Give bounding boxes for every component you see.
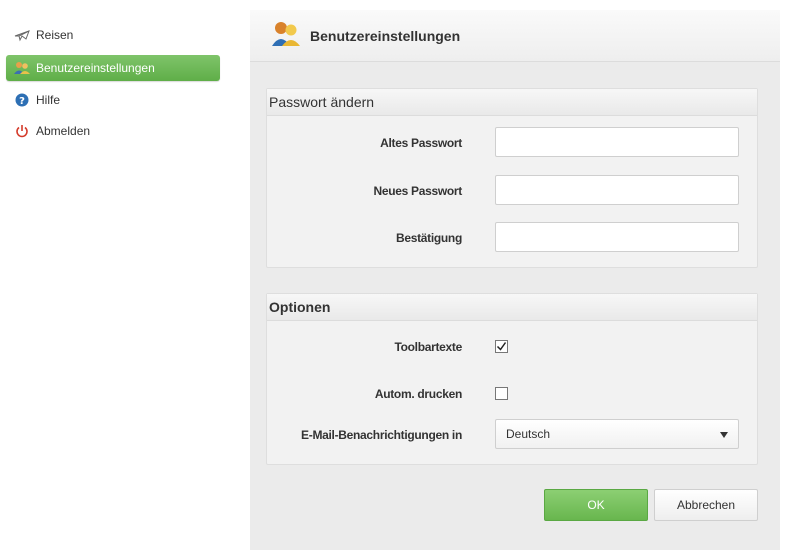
confirm-password-row: Bestätigung	[267, 222, 757, 254]
old-password-row: Altes Passwort	[267, 127, 757, 159]
sidebar-item-abmelden[interactable]: Abmelden	[6, 118, 220, 144]
toolbar-texts-checkbox[interactable]	[495, 340, 508, 353]
options-group-title: Optionen	[267, 294, 757, 321]
email-language-value: Deutsch	[506, 427, 551, 441]
email-language-label: E-Mail-Benachrichtigungen in	[301, 428, 462, 442]
email-language-row: E-Mail-Benachrichtigungen in Deutsch	[267, 419, 757, 451]
cancel-button[interactable]: Abbrechen	[654, 489, 758, 521]
panel-header: Benutzereinstellungen	[250, 10, 780, 62]
confirm-password-label: Bestätigung	[395, 231, 462, 245]
new-password-row: Neues Passwort	[267, 175, 757, 207]
toolbar-texts-row: Toolbartexte	[267, 331, 757, 363]
old-password-input[interactable]	[495, 127, 739, 157]
ok-button[interactable]: OK	[544, 489, 648, 521]
auto-print-row: Autom. drucken	[267, 378, 757, 410]
sidebar-item-label: Abmelden	[36, 124, 91, 138]
sidebar-item-reisen[interactable]: Reisen	[6, 22, 220, 48]
checkmark-icon	[496, 342, 507, 351]
auto-print-checkbox[interactable]	[495, 387, 508, 400]
svg-text:?: ?	[19, 96, 25, 107]
new-password-label: Neues Passwort	[373, 184, 462, 198]
users-icon	[14, 60, 30, 76]
plane-icon	[14, 27, 30, 43]
options-group: Optionen Toolbartexte Autom. drucken E-M…	[266, 293, 758, 465]
old-password-label: Altes Passwort	[380, 136, 462, 150]
new-password-input[interactable]	[495, 175, 739, 205]
sidebar: Reisen Benutzereinstellungen ? Hilfe Abm…	[0, 0, 230, 558]
sidebar-item-benutzereinstellungen[interactable]: Benutzereinstellungen	[6, 55, 220, 81]
email-language-select[interactable]: Deutsch	[495, 419, 739, 449]
password-group-title: Passwort ändern	[267, 89, 757, 116]
settings-panel: Benutzereinstellungen Passwort ändern Al…	[250, 10, 780, 550]
power-icon	[14, 123, 30, 139]
sidebar-item-hilfe[interactable]: ? Hilfe	[6, 87, 220, 113]
auto-print-label: Autom. drucken	[374, 387, 462, 401]
sidebar-item-label: Hilfe	[36, 93, 61, 107]
help-icon: ?	[14, 92, 30, 108]
users-icon	[272, 21, 300, 50]
confirm-password-input[interactable]	[495, 222, 739, 252]
toolbar-texts-label: Toolbartexte	[394, 340, 462, 354]
page-title: Benutzereinstellungen	[310, 27, 461, 44]
sidebar-item-label: Reisen	[36, 28, 74, 42]
password-group: Passwort ändern Altes Passwort Neues Pas…	[266, 88, 758, 268]
sidebar-item-label: Benutzereinstellungen	[36, 61, 155, 75]
chevron-down-icon	[720, 427, 728, 441]
